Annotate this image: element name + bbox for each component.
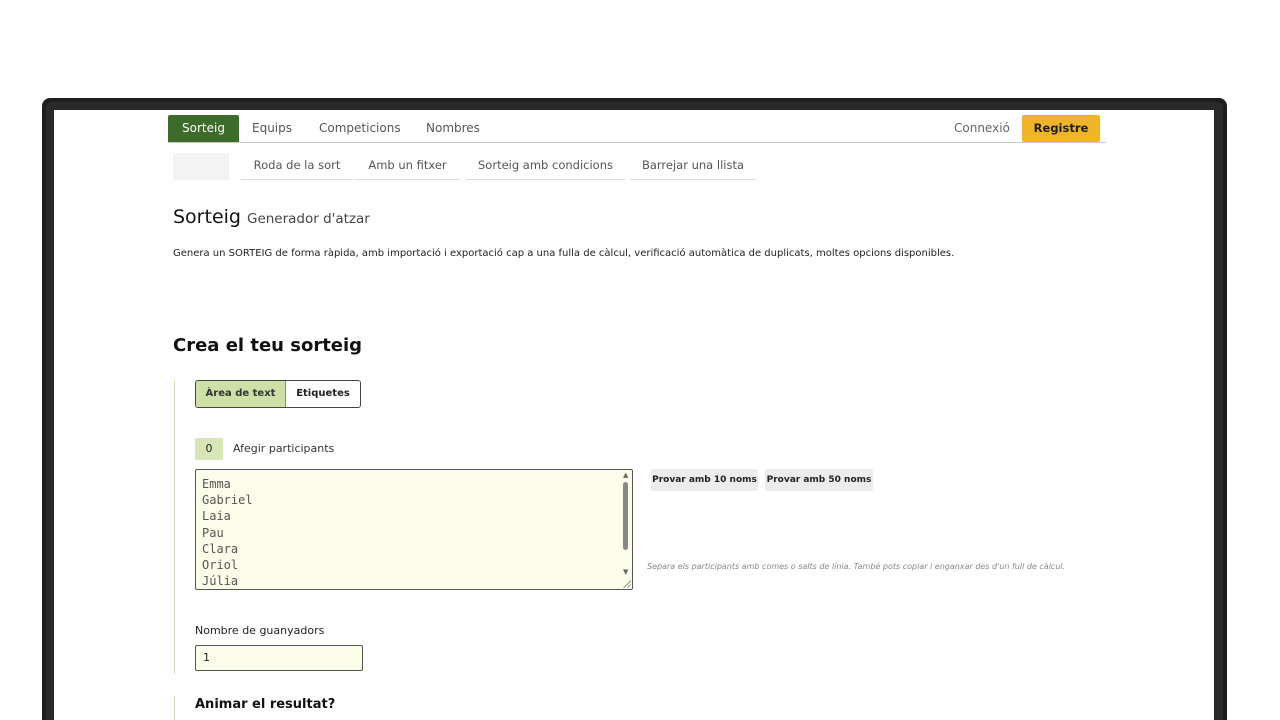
participant-count-badge: 0 (195, 438, 223, 460)
login-link[interactable]: Connexió (954, 115, 1010, 142)
nav-tab-nombres[interactable]: Nombres (412, 115, 494, 142)
mode-tags-button[interactable]: Etiquetes (286, 381, 360, 407)
mode-text-area-button[interactable]: Àrea de text (196, 381, 286, 407)
try-50-names-button[interactable]: Provar amb 50 noms (765, 469, 873, 491)
scroll-up-arrow-icon[interactable]: ▲ (623, 471, 628, 479)
subnav-amb-un-fitxer[interactable]: Amb un fitxer (355, 153, 460, 180)
register-button[interactable]: Registre (1022, 115, 1100, 142)
nav-tab-sorteig[interactable]: Sorteig (168, 115, 239, 142)
input-mode-toggle: Àrea de text Etiquetes (195, 380, 361, 408)
page-subtitle: Generador d'atzar (246, 211, 370, 227)
textarea-scrollbar[interactable]: ▲ ▼ (621, 471, 631, 588)
subnav-roda-de-la-sort[interactable]: Roda de la sort (241, 153, 353, 180)
subnav-sorteig-amb-condicions[interactable]: Sorteig amb condicions (466, 153, 625, 180)
winners-count-input[interactable]: 1 (195, 645, 363, 671)
page-description: Genera un SORTEIG de forma ràpida, amb i… (173, 248, 955, 259)
nav-tab-equips[interactable]: Equips (238, 115, 306, 142)
winners-label: Nombre de guanyadors (195, 624, 325, 637)
section-rail (174, 380, 175, 674)
nav-tab-competicions[interactable]: Competicions (305, 115, 415, 142)
participants-hint: Separa els participants amb comes o salt… (647, 562, 1066, 571)
subnav-current[interactable] (173, 153, 229, 180)
page-title: Sorteig Generador d'atzar (173, 206, 370, 228)
section-rail-lower (174, 696, 175, 720)
resize-handle-icon[interactable] (622, 579, 631, 588)
browser-viewport: Sorteig Equips Competicions Nombres Conn… (54, 110, 1214, 720)
top-navigation: Sorteig Equips Competicions Nombres Conn… (168, 110, 1106, 143)
scroll-down-arrow-icon[interactable]: ▼ (623, 568, 628, 576)
participants-textarea[interactable]: Emma Gabriel Laia Pau Clara Oriol Júlia (195, 469, 633, 590)
add-participants-label: Afegir participants (233, 442, 335, 455)
try-10-names-button[interactable]: Provar amb 10 noms (651, 469, 758, 491)
section-title: Crea el teu sorteig (173, 335, 363, 356)
page-title-text: Sorteig (173, 206, 241, 228)
scroll-thumb[interactable] (623, 482, 628, 550)
animate-result-label: Animar el resultat? (195, 697, 336, 712)
subnav-barrejar-una-llista[interactable]: Barrejar una llista (630, 153, 756, 180)
